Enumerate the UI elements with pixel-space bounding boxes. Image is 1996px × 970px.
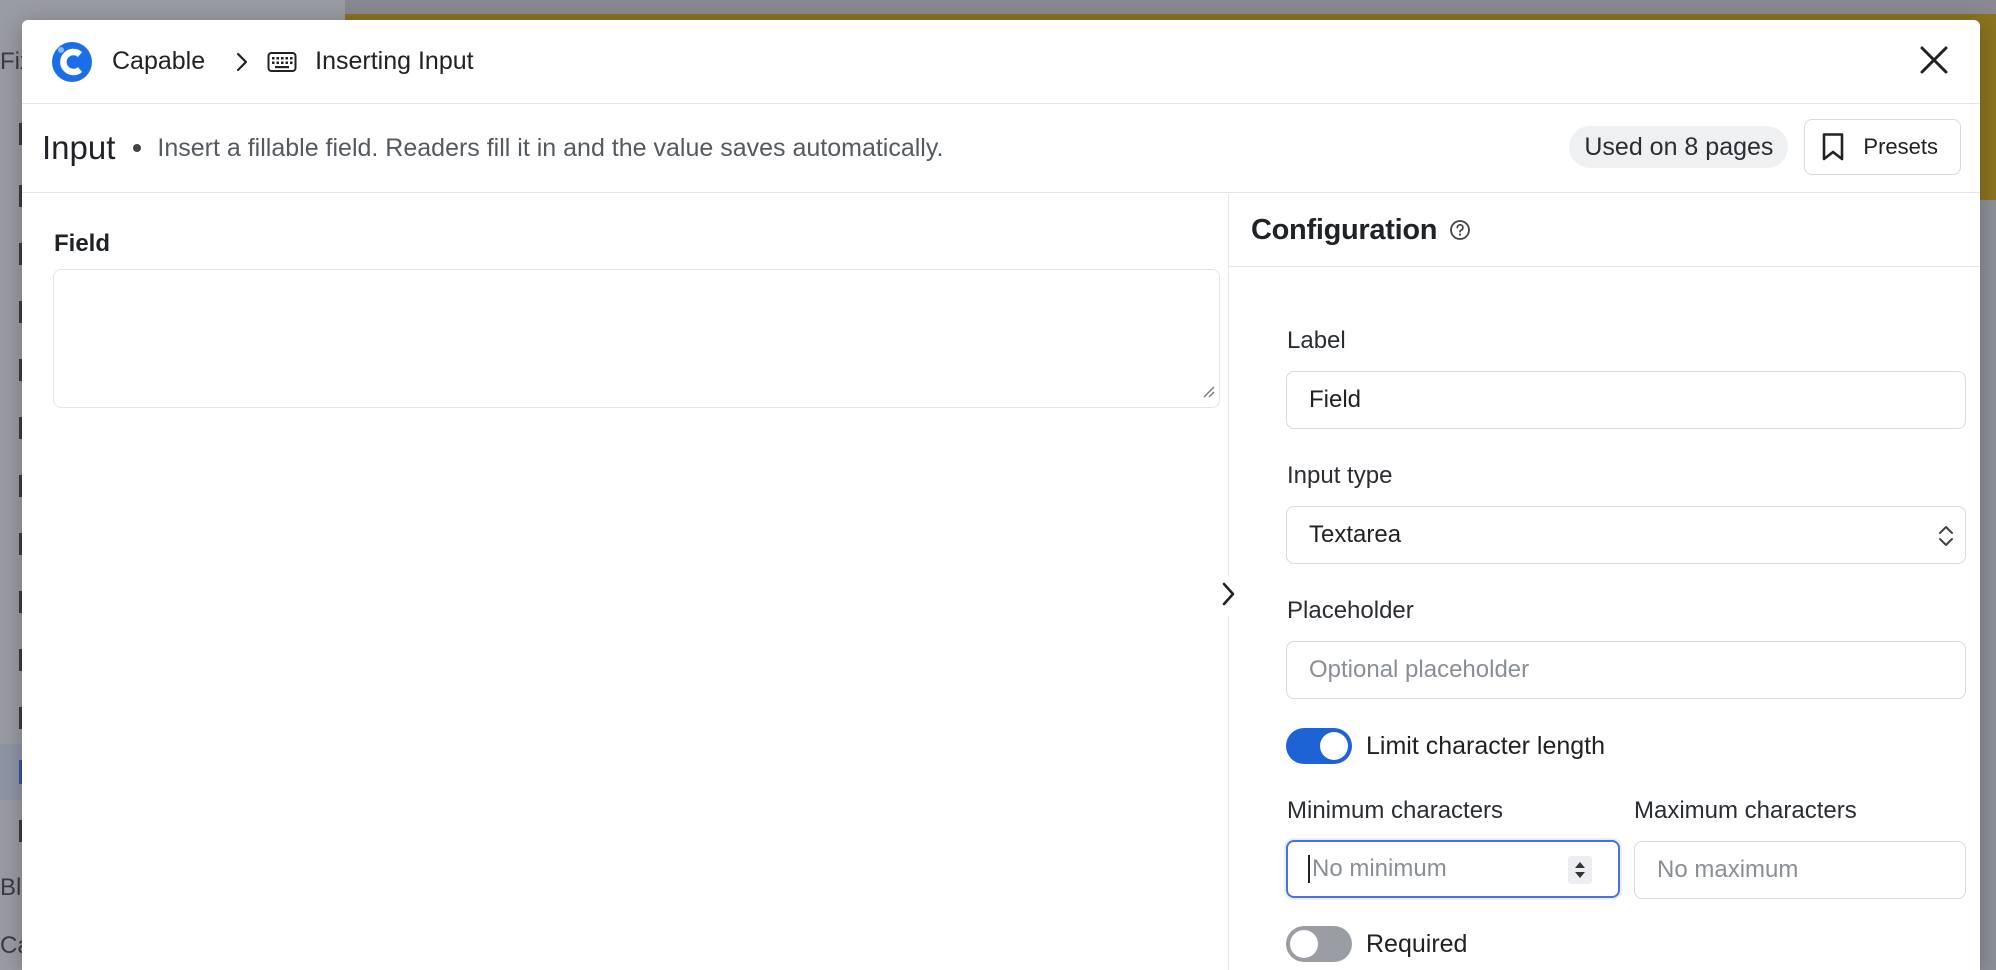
preview-field-textarea[interactable] [53, 269, 1220, 408]
input-type-value: Textarea [1309, 521, 1402, 548]
block-title: Input [42, 129, 116, 166]
chevron-right-icon [235, 51, 249, 73]
bullet-separator [133, 144, 142, 152]
limit-length-label: Limit character length [1366, 732, 1606, 760]
configuration-header: Configuration [1229, 194, 1980, 267]
keyboard-icon [267, 51, 297, 73]
modal-topbar: Capable Inserting Input [22, 20, 1980, 104]
breadcrumb-current: Inserting Input [315, 47, 474, 75]
required-label: Required [1366, 930, 1468, 958]
configuration-title: Configuration [1251, 213, 1438, 246]
presets-button[interactable]: Presets [1804, 119, 1961, 175]
input-type-select[interactable]: Textarea [1286, 506, 1966, 564]
max-chars-label: Maximum characters [1634, 797, 1857, 824]
breadcrumb-app-name[interactable]: Capable [112, 47, 205, 76]
configuration-panel: Configuration Label Field Input type Tex… [1229, 194, 1980, 970]
max-chars-input[interactable]: No maximum [1634, 841, 1966, 899]
background-sidebar-active-item [0, 744, 25, 800]
min-chars-label: Minimum characters [1287, 797, 1504, 824]
bookmark-icon [1823, 133, 1844, 161]
close-button[interactable] [1914, 42, 1954, 82]
background-sidebar-text: Bl [0, 874, 22, 901]
block-header: Input Insert a fillable field. Readers f… [22, 104, 1980, 193]
input-type-label: Input type [1287, 462, 1393, 489]
background-topbar [345, 0, 1996, 14]
label-field-label: Label [1287, 327, 1346, 354]
preview-pane: Field [22, 194, 1228, 970]
capable-logo-icon [52, 41, 92, 82]
chevron-up-down-icon [1937, 523, 1955, 556]
help-circle-icon[interactable] [1449, 219, 1471, 241]
stepper-arrows-icon[interactable] [1568, 856, 1592, 884]
block-description: Insert a fillable field. Readers fill it… [157, 133, 944, 162]
resize-handle-icon[interactable] [1201, 384, 1215, 403]
min-chars-input[interactable]: No minimum [1286, 840, 1620, 898]
insert-input-modal: Capable Inserting Input Input Insert a f… [22, 20, 1980, 970]
preview-field-label: Field [54, 230, 111, 257]
required-toggle[interactable] [1286, 926, 1352, 962]
label-input[interactable]: Field [1286, 371, 1966, 429]
close-icon [1918, 44, 1950, 81]
min-chars-placeholder: No minimum [1312, 855, 1447, 882]
text-cursor [1308, 855, 1310, 883]
placeholder-input[interactable]: Optional placeholder [1286, 641, 1966, 699]
header-actions: Used on 8 pages Presets [1569, 119, 1961, 175]
modal-body: Field Configuration Label Field Input ty… [22, 194, 1980, 970]
presets-label: Presets [1863, 134, 1938, 159]
usage-badge: Used on 8 pages [1569, 126, 1789, 168]
placeholder-label: Placeholder [1287, 597, 1414, 624]
limit-length-toggle[interactable] [1286, 728, 1352, 764]
